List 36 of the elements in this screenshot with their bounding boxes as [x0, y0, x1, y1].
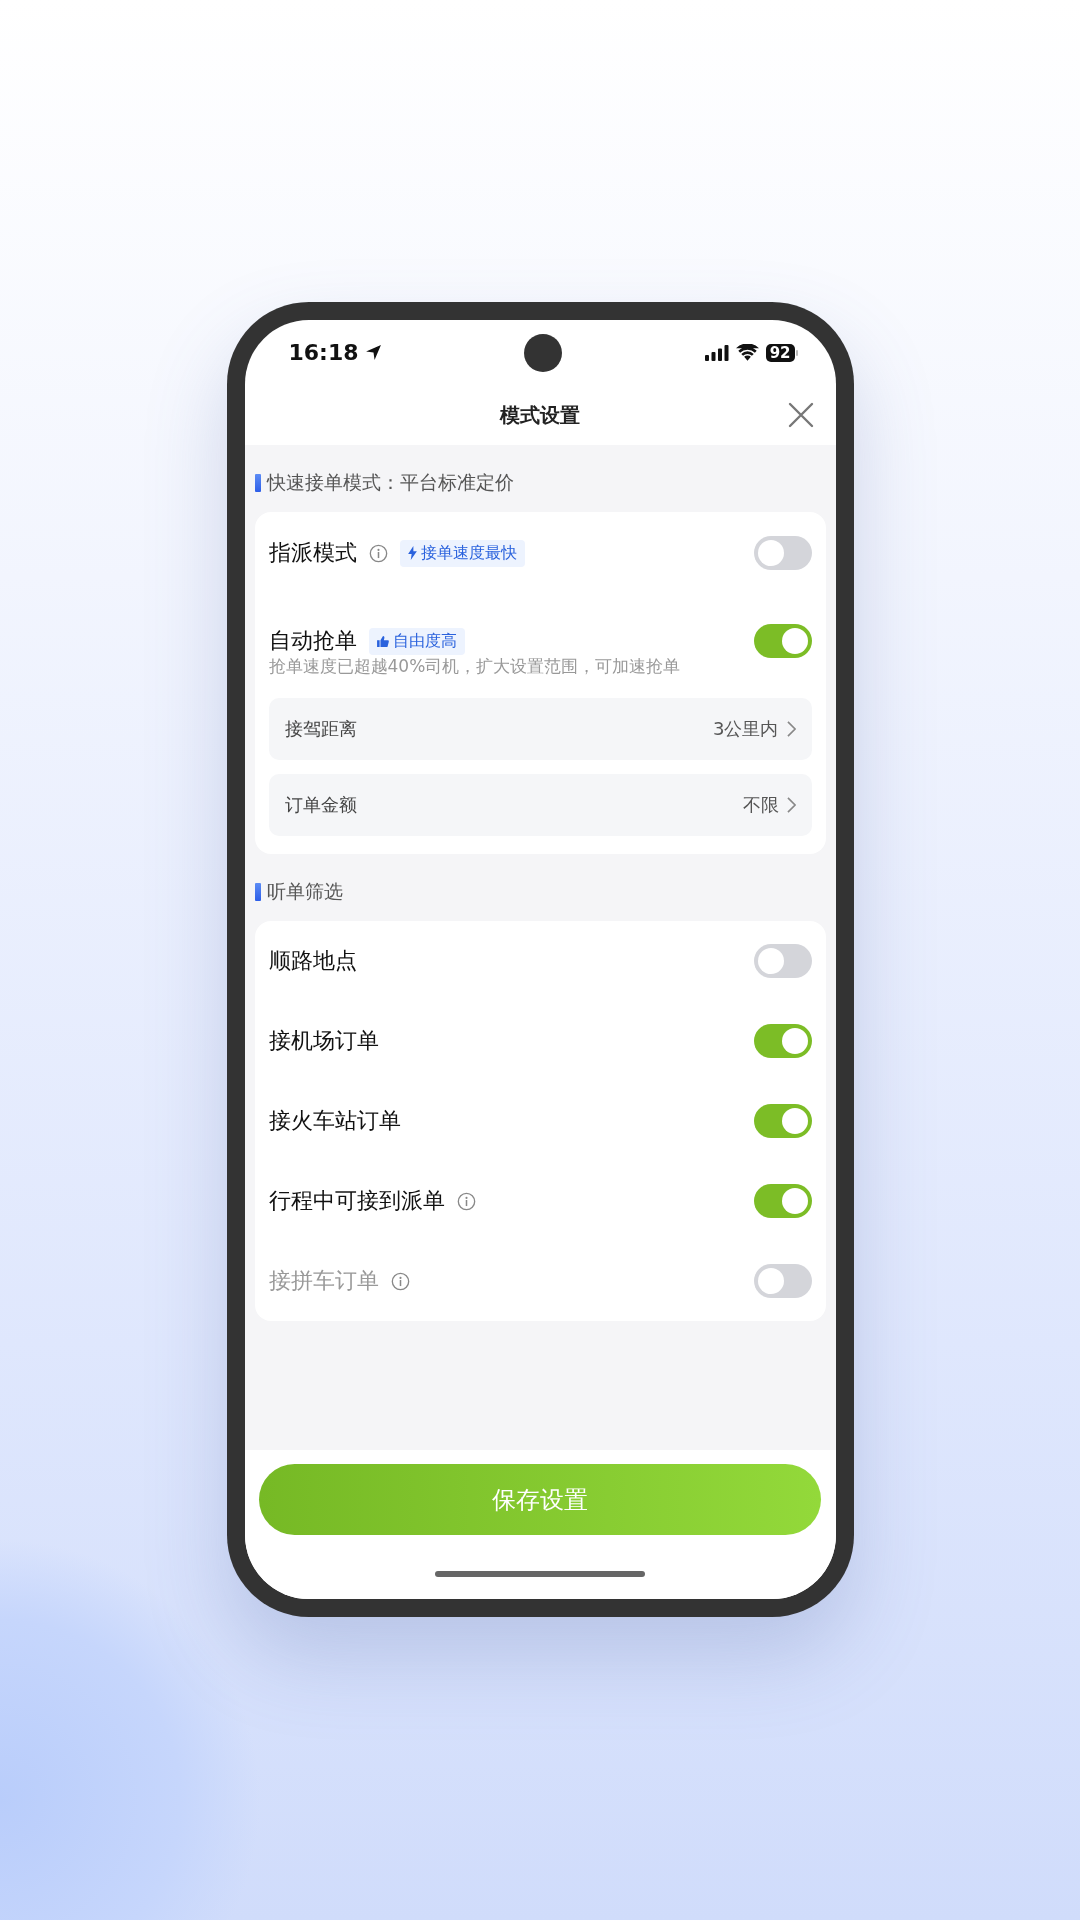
option-label: 行程中可接到派单 — [268, 1187, 445, 1215]
thumbs-up-icon — [376, 635, 389, 647]
section-marker — [254, 473, 261, 492]
setting-row[interactable]: 订单金额 不限 — [268, 774, 812, 836]
chevron-icon — [786, 797, 796, 813]
option-label: 接火车站订单 — [268, 1107, 401, 1135]
status-time: 16:18 — [288, 340, 359, 365]
section-marker — [254, 882, 261, 901]
page-title: 模式设置 — [500, 401, 580, 429]
location-arrow-icon — [364, 344, 382, 361]
lightning-icon — [407, 546, 417, 560]
toggle-switch[interactable] — [753, 1024, 812, 1058]
tag-text: 接单速度最快 — [420, 542, 517, 564]
setting-row[interactable]: 接驾距离 3公里内 — [268, 698, 812, 760]
battery-indicator: 92 — [765, 343, 795, 362]
section-title: 快速接单模式：平台标准定价 — [266, 469, 514, 495]
option-label: 接机场订单 — [268, 1027, 379, 1055]
signal-icon — [704, 344, 729, 361]
option-label: 接拼车订单 — [268, 1267, 379, 1295]
close-icon[interactable] — [787, 402, 814, 428]
tag-text: 自由度高 — [392, 630, 457, 652]
wifi-icon — [735, 344, 759, 361]
info-icon[interactable] — [456, 1191, 476, 1211]
section-title: 听单筛选 — [266, 878, 343, 904]
toggle-switch[interactable] — [753, 1104, 812, 1138]
hint-text: 抢单速度已超越40%司机，扩大设置范围，可加速抢单 — [268, 655, 682, 678]
toggle-switch[interactable] — [753, 624, 812, 658]
toggle-switch[interactable] — [753, 536, 812, 570]
info-icon[interactable] — [368, 543, 388, 563]
toggle-switch[interactable] — [753, 944, 812, 978]
toggle-switch[interactable] — [753, 1184, 812, 1218]
chevron-icon — [786, 721, 796, 737]
camera-cutout — [524, 333, 562, 372]
option-label: 指派模式 — [268, 539, 357, 567]
option-label: 自动抢单 — [268, 627, 357, 655]
option-label: 顺路地点 — [268, 947, 357, 975]
